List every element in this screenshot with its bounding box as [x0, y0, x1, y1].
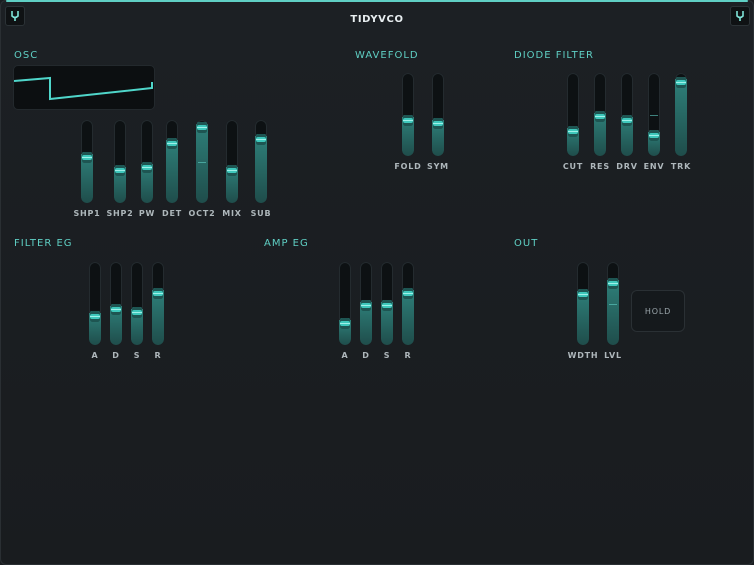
osc-mix-slider[interactable]: [226, 120, 238, 203]
osc-det-slider[interactable]: [166, 120, 178, 203]
out-lvl-slider[interactable]: [607, 262, 619, 345]
section-wavefold: WAVEFOLD: [355, 50, 419, 61]
slider-fill: [675, 79, 687, 156]
slider-center-mark: [198, 161, 206, 163]
amp-eg-a-slider[interactable]: [339, 262, 351, 345]
slider-thumb[interactable]: [608, 278, 618, 290]
slider-thumb[interactable]: [111, 303, 121, 315]
osc-pw-slider[interactable]: [141, 120, 153, 203]
slider-thumb[interactable]: [90, 311, 100, 323]
amp-eg-s-slider[interactable]: [381, 262, 393, 345]
slider-thumb[interactable]: [115, 165, 125, 177]
app-title: TIDYVCO: [350, 14, 404, 25]
slider-fill: [607, 280, 619, 345]
wavefold-fold-slider[interactable]: [402, 73, 414, 156]
amp-eg-r-slider[interactable]: [402, 262, 414, 345]
top-accent-line: [6, 0, 748, 2]
slider-thumb[interactable]: [595, 110, 605, 122]
slider-center-mark: [609, 303, 617, 305]
slider-label: R: [404, 351, 412, 360]
wavefold-sym-slider[interactable]: [432, 73, 444, 156]
filter-eg-s-slider[interactable]: [131, 262, 143, 345]
section-amp-eg: AMP EG: [264, 238, 309, 249]
slider-fill: [166, 139, 178, 203]
osc-sub-slider[interactable]: [255, 120, 267, 203]
diode-filter-trk-slider[interactable]: [675, 73, 687, 156]
slider-thumb[interactable]: [578, 289, 588, 301]
diode-filter-cut-slider[interactable]: [567, 73, 579, 156]
slider-center-mark: [650, 114, 658, 116]
slider-label: TRK: [670, 162, 692, 171]
diode-filter-res-slider[interactable]: [594, 73, 606, 156]
slider-thumb[interactable]: [227, 165, 237, 177]
slider-thumb[interactable]: [403, 114, 413, 126]
out-wdth-slider[interactable]: [577, 262, 589, 345]
diode-filter-drv-slider[interactable]: [621, 73, 633, 156]
slider-thumb[interactable]: [340, 317, 350, 329]
slider-thumb[interactable]: [197, 122, 207, 133]
diode-filter-env-slider[interactable]: [648, 73, 660, 156]
amp-eg-d-slider[interactable]: [360, 262, 372, 345]
hold-button[interactable]: HOLD: [631, 290, 685, 332]
osc-shp2-slider[interactable]: [114, 120, 126, 203]
slider-thumb[interactable]: [132, 307, 142, 319]
slider-thumb[interactable]: [622, 114, 632, 126]
slider-thumb[interactable]: [403, 287, 413, 299]
slider-thumb[interactable]: [382, 299, 392, 311]
filter-eg-r-slider[interactable]: [152, 262, 164, 345]
slider-label: SYM: [427, 162, 449, 171]
slider-thumb[interactable]: [361, 299, 371, 311]
section-filter-eg: FILTER EG: [14, 238, 73, 249]
slider-thumb[interactable]: [676, 77, 686, 89]
section-out: OUT: [514, 238, 539, 249]
slider-thumb[interactable]: [167, 137, 177, 149]
section-diode-filter: DIODE FILTER: [514, 50, 594, 61]
slider-thumb[interactable]: [256, 133, 266, 145]
osc-shp1-slider[interactable]: [81, 120, 93, 203]
slider-thumb[interactable]: [433, 118, 443, 130]
filter-eg-d-slider[interactable]: [110, 262, 122, 345]
slider-thumb[interactable]: [153, 287, 163, 299]
section-osc: OSC: [14, 50, 39, 61]
slider-thumb[interactable]: [142, 161, 152, 173]
waveform-scope: [13, 65, 155, 110]
slider-thumb[interactable]: [649, 130, 659, 142]
slider-fill: [196, 124, 208, 203]
slider-thumb[interactable]: [568, 126, 578, 138]
slider-fill: [255, 135, 267, 203]
slider-thumb[interactable]: [82, 152, 92, 164]
slider-label: SUB: [250, 209, 272, 218]
osc-oct2-slider[interactable]: [196, 120, 208, 203]
slider-label: LVL: [604, 351, 622, 360]
slider-label: R: [154, 351, 162, 360]
filter-eg-a-slider[interactable]: [89, 262, 101, 345]
